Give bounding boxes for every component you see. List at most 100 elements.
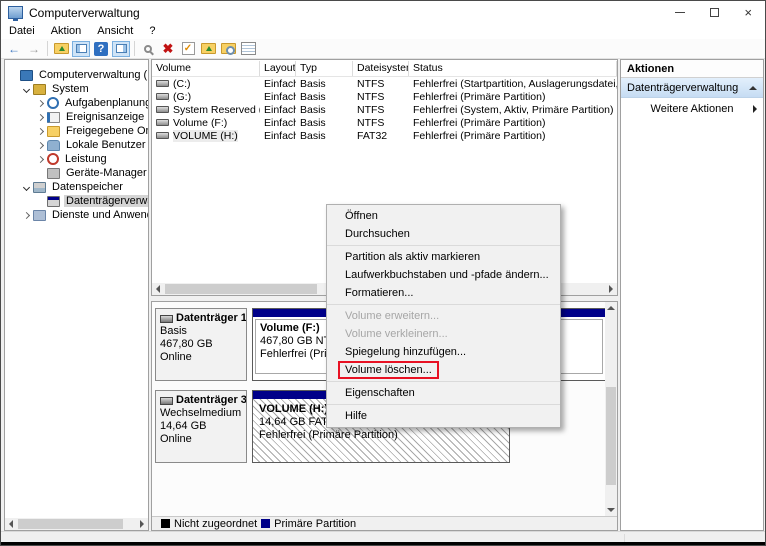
close-button[interactable]: × <box>731 1 765 24</box>
tree-item-freigegebene-ordner[interactable]: Freigegebene Ordner <box>5 124 148 138</box>
device-manager-icon <box>47 167 60 179</box>
chevron-right-icon[interactable] <box>35 113 45 121</box>
tree-item-lokale-benutzer[interactable]: Lokale Benutzer und Gr <box>5 138 148 152</box>
chevron-right-icon[interactable] <box>35 141 45 149</box>
tree-item-datenspeicher[interactable]: Datenspeicher <box>5 180 148 194</box>
menu-item-volume-erweitern: Volume erweitern... <box>345 310 440 322</box>
maximize-icon <box>709 8 719 17</box>
window-title: Computerverwaltung <box>29 5 140 20</box>
tree-horizontal-scrollbar[interactable] <box>5 518 148 530</box>
menu-item-hilfe[interactable]: Hilfe <box>327 407 560 425</box>
volume-row-g[interactable]: (G:) Einfach Basis NTFS Fehlerfrei (Prim… <box>152 90 617 103</box>
minimize-button[interactable] <box>663 1 697 24</box>
local-users-icon <box>47 139 60 151</box>
column-dateisystem[interactable]: Dateisystem <box>353 60 409 76</box>
maximize-button[interactable] <box>697 1 731 24</box>
tree-item-computerverwaltung[interactable]: Computerverwaltung (Lokal) <box>5 68 148 82</box>
disk-3-label[interactable]: Datenträger 3 Wechselmedium 14,64 GB Onl… <box>155 390 247 463</box>
chevron-down-icon[interactable] <box>21 183 31 191</box>
app-icon <box>8 6 23 21</box>
scrollbar-thumb[interactable] <box>165 284 317 294</box>
show-console-tree-icon[interactable] <box>72 40 90 57</box>
system-icon <box>33 83 46 95</box>
up-level-icon[interactable] <box>52 40 70 57</box>
menu-datei[interactable]: Datei <box>1 24 43 39</box>
menu-item-volume-loeschen[interactable]: Volume löschen... <box>327 361 560 379</box>
inspect-icon[interactable] <box>139 40 157 57</box>
chevron-right-icon[interactable] <box>35 127 45 135</box>
volume-row-f[interactable]: Volume (F:) Einfach Basis NTFS Fehlerfre… <box>152 116 617 129</box>
tree-item-datentraegerverwaltung[interactable]: Datenträgerverwaltung <box>5 194 148 208</box>
menu-item-formatieren[interactable]: Formatieren... <box>327 284 560 302</box>
chevron-down-icon[interactable] <box>21 85 31 93</box>
show-action-pane-icon[interactable] <box>112 40 130 57</box>
chevron-right-icon[interactable] <box>35 99 45 107</box>
drive-icon <box>156 132 169 139</box>
chevron-right-icon[interactable] <box>35 155 45 163</box>
menu-item-partition-aktiv[interactable]: Partition als aktiv markieren <box>327 248 560 266</box>
services-icon <box>33 209 46 221</box>
statusbar-divider <box>624 534 625 542</box>
unallocated-label: Nicht zugeordnet <box>174 517 258 530</box>
actions-pane: Aktionen Datenträgerverwaltung Weitere A… <box>620 59 764 531</box>
forward-icon[interactable]: → <box>25 40 43 57</box>
unallocated-swatch <box>161 519 170 528</box>
scroll-left-icon[interactable] <box>152 283 164 295</box>
menu-separator <box>327 245 560 246</box>
chevron-right-icon[interactable] <box>21 211 31 219</box>
scroll-left-icon[interactable] <box>5 518 17 530</box>
tree-item-aufgabenplanung[interactable]: Aufgabenplanung <box>5 96 148 110</box>
disk-icon <box>160 314 173 323</box>
titlebar: Computerverwaltung × <box>1 1 765 24</box>
menu-ansicht[interactable]: Ansicht <box>89 24 141 39</box>
volume-row-system-reserved[interactable]: System Reserved (D:) Einfach Basis NTFS … <box>152 103 617 116</box>
menu-item-oeffnen[interactable]: Öffnen <box>327 207 560 225</box>
back-icon[interactable]: ← <box>5 40 23 57</box>
context-menu: Öffnen Durchsuchen Partition als aktiv m… <box>326 204 561 428</box>
computer-management-window: Computerverwaltung × Datei Aktion Ansich… <box>0 0 766 546</box>
toolbar-separator <box>47 41 48 56</box>
scroll-up-icon[interactable] <box>605 302 617 314</box>
column-layout[interactable]: Layout <box>260 60 296 76</box>
tree-item-dienste[interactable]: Dienste und Anwendungen <box>5 208 148 222</box>
details-view-icon[interactable] <box>239 40 257 57</box>
menu-aktion[interactable]: Aktion <box>43 24 90 39</box>
more-actions-item[interactable]: Weitere Aktionen <box>621 98 763 120</box>
column-typ[interactable]: Typ <box>296 60 353 76</box>
volume-row-h[interactable]: VOLUME (H:) Einfach Basis FAT32 Fehlerfr… <box>152 129 617 142</box>
scroll-right-icon[interactable] <box>136 518 148 530</box>
collapse-icon[interactable] <box>749 85 757 90</box>
scrollbar-thumb[interactable] <box>18 519 123 529</box>
actions-title: Aktionen <box>621 60 763 78</box>
menu-item-eigenschaften[interactable]: Eigenschaften <box>327 384 560 402</box>
menu-item-laufwerkbuchstaben[interactable]: Laufwerkbuchstaben und -pfade ändern... <box>327 266 560 284</box>
scrollbar-thumb[interactable] <box>606 387 616 485</box>
tree-item-system[interactable]: System <box>5 82 148 96</box>
open-folder-icon[interactable] <box>199 40 217 57</box>
volume-row-c[interactable]: (C:) Einfach Basis NTFS Fehlerfrei (Star… <box>152 77 617 90</box>
partition-legend: Nicht zugeordnet Primäre Partition <box>152 516 617 530</box>
help-icon[interactable]: ? <box>92 40 110 57</box>
menu-item-spiegelung[interactable]: Spiegelung hinzufügen... <box>327 343 560 361</box>
scroll-right-icon[interactable] <box>605 283 617 295</box>
actions-section-disk-management[interactable]: Datenträgerverwaltung <box>621 78 763 98</box>
tree-item-geraete-manager[interactable]: Geräte-Manager <box>5 166 148 180</box>
menu-item-durchsuchen[interactable]: Durchsuchen <box>327 225 560 243</box>
red-annotation-box: Volume löschen... <box>338 361 439 379</box>
graph-vertical-scrollbar[interactable] <box>605 302 617 516</box>
column-status[interactable]: Status <box>409 60 617 76</box>
properties-icon[interactable]: ✓ <box>179 40 197 57</box>
volume-list-header: Volume Layout Typ Dateisystem Status <box>152 60 617 77</box>
performance-icon <box>47 153 59 165</box>
scroll-down-icon[interactable] <box>605 504 617 516</box>
drive-icon <box>156 80 169 87</box>
explore-folder-icon[interactable] <box>219 40 237 57</box>
primary-partition-swatch <box>261 519 271 528</box>
shared-folders-icon <box>47 125 60 137</box>
delete-icon[interactable]: ✖ <box>159 40 177 57</box>
tree-item-leistung[interactable]: Leistung <box>5 152 148 166</box>
tree-item-ereignisanzeige[interactable]: Ereignisanzeige <box>5 110 148 124</box>
menu-help[interactable]: ? <box>141 24 163 39</box>
column-volume[interactable]: Volume <box>152 60 260 76</box>
disk-1-label[interactable]: Datenträger 1 Basis 467,80 GB Online <box>155 308 247 381</box>
